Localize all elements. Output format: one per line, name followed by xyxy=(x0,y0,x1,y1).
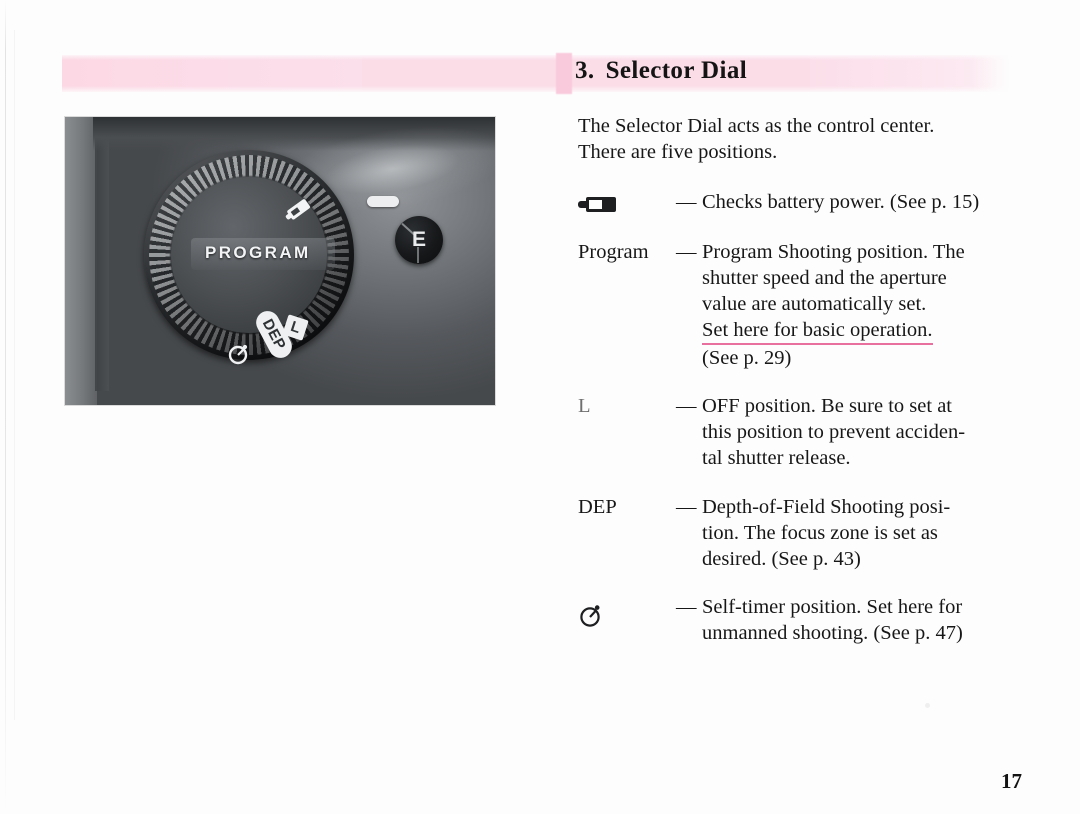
entry-line: value are automatically set. xyxy=(702,293,927,315)
entry-line: desired. (See p. 43) xyxy=(702,548,861,570)
list-item: DEP — Depth-of-Field Shooting posi- tion… xyxy=(578,494,1018,572)
intro-line-2: There are five positions. xyxy=(578,141,778,163)
section-header-marker xyxy=(556,53,572,94)
scan-edge-line-secondary xyxy=(14,30,15,720)
entry-description: OFF position. Be sure to set at this pos… xyxy=(702,393,1018,471)
entry-line-highlighted: Set here for basic operation. xyxy=(702,317,1018,345)
entry-line: OFF position. Be sure to set at xyxy=(702,395,952,417)
entry-dash: — xyxy=(676,241,697,263)
entry-line: Depth-of-Field Shooting posi- xyxy=(702,496,951,518)
section-number: 3. xyxy=(575,57,595,84)
selector-dial-photo: PROGRAM L DEP E xyxy=(65,117,495,405)
entry-line: (See p. 29) xyxy=(702,347,792,369)
scan-edge-line xyxy=(5,0,6,814)
page-title: 3. Selector Dial xyxy=(575,57,747,85)
battery-icon xyxy=(578,197,616,212)
self-timer-icon xyxy=(227,343,249,365)
entry-dash: — xyxy=(676,191,697,213)
entry-line: Checks battery power. (See p. 15) xyxy=(702,191,980,213)
list-item: — Self-timer position. Set here for unma… xyxy=(578,594,1018,646)
self-timer-icon xyxy=(578,600,604,635)
dial-face: PROGRAM L DEP xyxy=(171,177,335,365)
entry-description: Self-timer position. Set here for unmann… xyxy=(702,594,1018,646)
camera-left-wall-shadow xyxy=(95,129,109,391)
page-speck xyxy=(925,703,930,708)
page-number: 17 xyxy=(1001,769,1022,793)
selector-dial: PROGRAM L DEP xyxy=(144,150,354,365)
band-gradient-bottom xyxy=(62,86,1010,92)
section-header-band xyxy=(62,55,1012,92)
e-button-label: E xyxy=(411,228,426,251)
band-fade-right xyxy=(972,55,1012,92)
entry-term xyxy=(578,594,676,635)
index-mark xyxy=(367,196,399,207)
entry-dash: — xyxy=(676,395,697,417)
entry-line: shutter speed and the aperture xyxy=(702,267,947,289)
entry-term: L xyxy=(578,395,591,417)
band-gradient-top xyxy=(62,55,1010,60)
entry-term: DEP xyxy=(578,496,617,518)
entry-term: Program xyxy=(578,241,649,263)
intro-paragraph: The Selector Dial acts as the control ce… xyxy=(578,113,1018,165)
highlighted-text: Set here for basic operation. xyxy=(702,317,933,345)
entry-term xyxy=(578,189,676,219)
list-item: Program — Program Shooting position. The… xyxy=(578,239,1018,371)
entry-line: tion. The focus zone is set as xyxy=(702,522,938,544)
list-item: L — OFF position. Be sure to set at this… xyxy=(578,393,1018,471)
entry-line: unmanned shooting. (See p. 47) xyxy=(702,622,963,644)
dial-label-program: PROGRAM xyxy=(205,243,311,262)
intro-line-1: The Selector Dial acts as the control ce… xyxy=(578,115,935,137)
entry-line: tal shutter release. xyxy=(702,447,851,469)
entry-dash: — xyxy=(676,496,697,518)
camera-left-wall xyxy=(65,117,97,405)
list-item: — Checks battery power. (See p. 15) xyxy=(578,189,1018,219)
entry-description: Depth-of-Field Shooting posi- tion. The … xyxy=(702,494,1018,572)
battery-icon xyxy=(283,198,311,222)
entry-description: Program Shooting position. The shutter s… xyxy=(702,239,1018,371)
entry-line: Program Shooting position. The xyxy=(702,241,965,263)
entry-line: Self-timer position. Set here for xyxy=(702,596,963,618)
entry-dash: — xyxy=(676,596,697,618)
e-button: E xyxy=(395,216,443,264)
body-text-column: The Selector Dial acts as the control ce… xyxy=(578,113,1018,646)
section-title-text: Selector Dial xyxy=(605,57,748,84)
entry-description: Checks battery power. (See p. 15) xyxy=(702,189,1018,215)
entry-line: this position to prevent acciden- xyxy=(702,421,966,443)
